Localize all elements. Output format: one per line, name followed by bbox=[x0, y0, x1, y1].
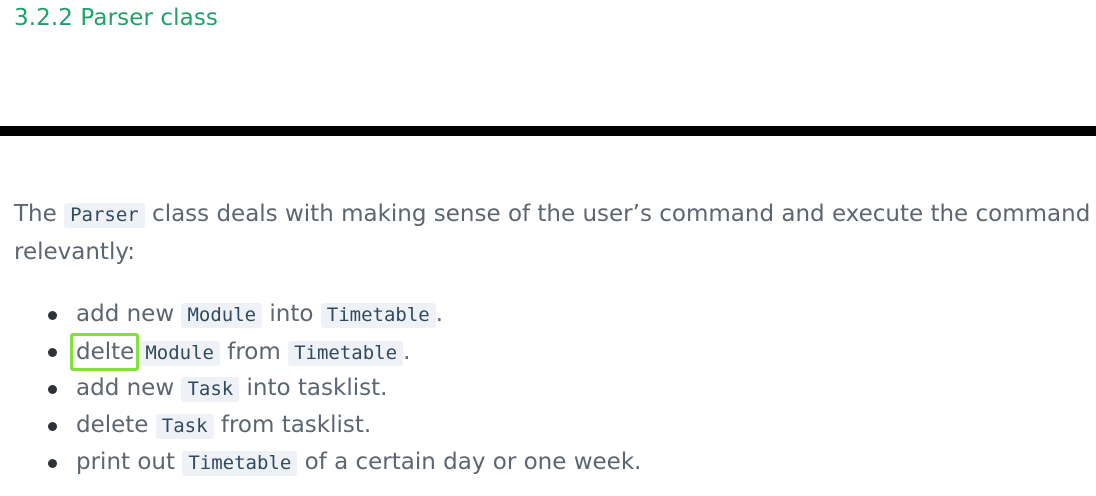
bullet-icon bbox=[48, 311, 57, 320]
module-code: Module bbox=[139, 341, 220, 366]
item-text: add new bbox=[76, 375, 182, 401]
item-text: of a certain day or one week. bbox=[297, 449, 642, 475]
command-list: add new Module into Timetable. delte Modu… bbox=[14, 296, 641, 481]
item-text: into bbox=[262, 301, 321, 327]
module-code: Module bbox=[181, 303, 263, 328]
item-text: from bbox=[219, 339, 289, 365]
intro-paragraph: The Parser class deals with making sense… bbox=[14, 196, 1094, 271]
highlighted-word: delte bbox=[70, 333, 140, 371]
item-text: delete bbox=[76, 412, 156, 438]
timetable-code: Timetable bbox=[182, 451, 298, 476]
timetable-code: Timetable bbox=[288, 341, 404, 366]
list-item-add-module: add new Module into Timetable. bbox=[14, 296, 641, 333]
horizontal-rule bbox=[0, 126, 1096, 136]
task-code: Task bbox=[155, 414, 214, 439]
timetable-code: Timetable bbox=[320, 303, 436, 328]
task-code: Task bbox=[181, 377, 240, 402]
list-item-delete-task: delete Task from tasklist. bbox=[14, 407, 641, 444]
intro-text-after: class deals with making sense of the use… bbox=[14, 201, 1091, 265]
section-heading: 3.2.2 Parser class bbox=[14, 5, 219, 31]
bullet-icon bbox=[48, 459, 57, 468]
parser-code: Parser bbox=[64, 203, 145, 228]
list-item-print-timetable: print out Timetable of a certain day or … bbox=[14, 444, 641, 481]
bullet-icon bbox=[48, 348, 57, 357]
item-text: print out bbox=[76, 449, 183, 475]
intro-text-before: The bbox=[14, 201, 65, 227]
item-text: add new bbox=[76, 301, 182, 327]
item-text: . bbox=[403, 339, 411, 365]
list-item-add-task: add new Task into tasklist. bbox=[14, 370, 641, 407]
list-item-delete-module: delte Module from Timetable. bbox=[14, 333, 641, 371]
item-text: . bbox=[435, 301, 444, 327]
bullet-icon bbox=[48, 422, 57, 431]
item-text: from tasklist. bbox=[213, 412, 372, 438]
bullet-icon bbox=[48, 385, 57, 394]
item-text: into tasklist. bbox=[239, 375, 388, 401]
